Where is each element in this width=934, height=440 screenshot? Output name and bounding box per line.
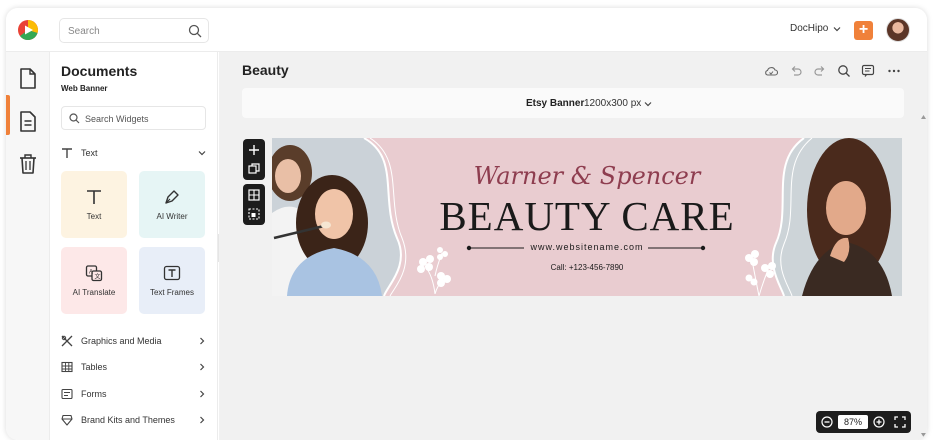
category-brand-kits-and-themes[interactable]: Brand Kits and Themes <box>61 411 206 431</box>
panel-subtitle: Web Banner <box>61 84 108 93</box>
document-title[interactable]: Beauty <box>242 62 289 78</box>
widget-search-box[interactable] <box>61 106 206 130</box>
pen-icon <box>165 190 179 204</box>
duplicate-icon[interactable] <box>248 163 260 175</box>
category-label: Graphics and Media <box>81 336 162 346</box>
svg-text:A: A <box>89 270 93 276</box>
more-icon[interactable] <box>887 64 901 78</box>
tile-text[interactable]: Text <box>61 171 127 238</box>
brand-icon <box>61 414 73 426</box>
tile-ai-translate[interactable]: A文 AI Translate <box>61 247 127 314</box>
zoom-out-icon[interactable] <box>821 416 833 428</box>
zoom-in-icon[interactable] <box>873 416 885 428</box>
text-section-header[interactable]: Text <box>61 144 206 164</box>
vertical-scrollbar[interactable] <box>920 112 927 440</box>
flower-decoration-right <box>745 250 776 296</box>
chevron-right-icon <box>200 337 205 345</box>
chevron-right-icon <box>200 363 205 371</box>
layout-actions-group <box>243 184 265 225</box>
text-icon <box>87 190 101 204</box>
widget-panel: Documents Web Banner Text Text AI Writer… <box>50 52 218 440</box>
text-section-label: Text <box>81 148 98 158</box>
text-icon <box>62 148 72 158</box>
table-icon <box>61 361 73 373</box>
redo-icon[interactable] <box>813 64 827 78</box>
fullscreen-icon[interactable] <box>894 416 906 428</box>
tile-label: AI Translate <box>72 288 116 297</box>
dochipo-logo[interactable] <box>17 19 39 41</box>
canvas-toolbar <box>243 139 265 225</box>
design-canvas[interactable]: Warner & Spencer BEAUTY CARE www.website… <box>272 138 902 296</box>
size-preset-name: Etsy Banner <box>526 98 585 109</box>
flower-decoration-left <box>417 247 451 294</box>
comment-icon[interactable] <box>861 64 875 78</box>
trash-icon <box>20 154 36 174</box>
size-dimensions: 1200x300 px <box>584 98 642 109</box>
avatar[interactable] <box>886 18 910 42</box>
category-label: Tables <box>81 362 108 372</box>
chevron-down-icon <box>644 102 652 107</box>
cloud-save-icon[interactable] <box>764 64 778 78</box>
rail-new-document-button[interactable] <box>6 59 50 99</box>
panel-title: Documents <box>61 63 138 79</box>
banner-title[interactable]: Warner & Spencer <box>272 162 902 190</box>
select-frame-icon[interactable] <box>248 208 260 220</box>
search-icon[interactable] <box>837 64 851 78</box>
tile-text-frames[interactable]: Text Frames <box>139 247 205 314</box>
search-icon <box>69 113 80 124</box>
document-icon <box>20 111 36 132</box>
file-icon <box>20 68 36 89</box>
tile-ai-writer[interactable]: AI Writer <box>139 171 205 238</box>
canvas-size-selector[interactable]: Etsy Banner 1200x300 px <box>242 88 904 118</box>
category-forms[interactable]: Forms <box>61 385 206 405</box>
tile-label: AI Writer <box>156 212 188 221</box>
category-tables[interactable]: Tables <box>61 358 206 378</box>
add-page-icon[interactable] <box>248 144 260 156</box>
grid-icon[interactable] <box>248 189 260 201</box>
account-name[interactable]: DocHipo <box>790 23 828 34</box>
top-bar: DocHipo + <box>6 8 927 52</box>
left-rail <box>6 52 50 440</box>
editor-area: Beauty Etsy Banner 1200x300 px Warner & … <box>219 52 927 440</box>
rail-trash-button[interactable] <box>6 144 50 184</box>
translate-icon: A文 <box>85 265 103 282</box>
category-label: Forms <box>81 389 107 399</box>
banner-heading[interactable]: BEAUTY CARE <box>272 192 902 240</box>
tile-label: Text Frames <box>149 288 194 297</box>
zoom-level[interactable]: 87% <box>838 415 868 429</box>
svg-text:文: 文 <box>95 273 101 281</box>
search-box[interactable] <box>59 18 209 43</box>
chevron-down-icon[interactable] <box>833 25 841 33</box>
chevron-down-icon <box>198 151 206 156</box>
widget-search-input[interactable] <box>85 112 200 125</box>
category-graphics-and-media[interactable]: Graphics and Media <box>61 332 206 352</box>
text-frame-icon <box>163 265 181 281</box>
graphics-icon <box>61 335 73 347</box>
create-new-button[interactable]: + <box>854 21 873 40</box>
chevron-right-icon <box>200 416 205 424</box>
tile-label: Text <box>86 212 102 221</box>
banner-website[interactable]: www.websitename.com <box>272 242 902 252</box>
app-window: DocHipo + Documents Web Banner Text <box>6 8 927 440</box>
zoom-control: 87% <box>816 411 911 433</box>
banner-phone[interactable]: Call: +123-456-7890 <box>272 263 902 272</box>
form-icon <box>61 388 73 400</box>
category-label: Brand Kits and Themes <box>81 415 175 425</box>
rail-documents-button[interactable] <box>6 102 50 142</box>
chevron-right-icon <box>200 390 205 398</box>
search-input[interactable] <box>68 23 178 39</box>
page-actions-group <box>243 139 265 180</box>
search-icon[interactable] <box>188 24 202 38</box>
undo-icon[interactable] <box>789 64 803 78</box>
